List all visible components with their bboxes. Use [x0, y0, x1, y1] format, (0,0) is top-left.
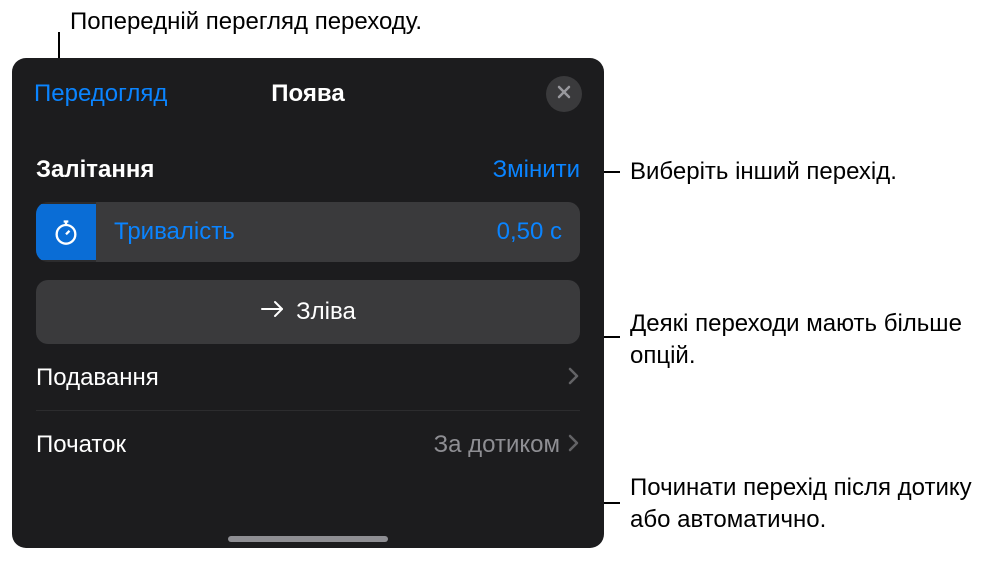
arrow-right-icon — [260, 298, 286, 326]
chevron-right-icon — [568, 431, 580, 459]
direction-button[interactable]: Зліва — [36, 280, 580, 344]
start-row[interactable]: Початок За дотиком — [12, 411, 604, 489]
start-value: За дотиком — [434, 431, 560, 459]
stopwatch-icon — [36, 204, 96, 260]
transition-section-header: Залітання Змінити — [12, 126, 604, 198]
close-button[interactable] — [546, 76, 582, 112]
home-indicator — [228, 536, 388, 542]
callout-change: Виберіть інший перехід. — [630, 156, 897, 188]
delivery-row[interactable]: Подавання — [12, 344, 604, 410]
delivery-label: Подавання — [36, 364, 159, 392]
transition-name: Залітання — [36, 156, 154, 184]
transition-panel: Передогляд Поява Залітання Змінити — [12, 58, 604, 548]
duration-card[interactable]: Тривалість 0,50 с — [36, 202, 580, 262]
chevron-right-icon — [568, 364, 580, 392]
duration-label: Тривалість — [114, 218, 235, 246]
direction-label: Зліва — [296, 298, 356, 326]
close-icon — [556, 84, 572, 105]
callout-start: Починати перехід після дотику або автома… — [630, 472, 990, 537]
change-button[interactable]: Змінити — [493, 156, 580, 184]
preview-button[interactable]: Передогляд — [34, 80, 167, 108]
panel-header: Передогляд Поява — [12, 58, 604, 126]
panel-title: Поява — [271, 80, 344, 108]
callout-preview: Попередній перегляд переходу. — [70, 6, 422, 38]
duration-value: 0,50 с — [497, 218, 562, 246]
start-label: Початок — [36, 431, 126, 459]
callout-direction: Деякі переходи мають більше опцій. — [630, 308, 1005, 373]
